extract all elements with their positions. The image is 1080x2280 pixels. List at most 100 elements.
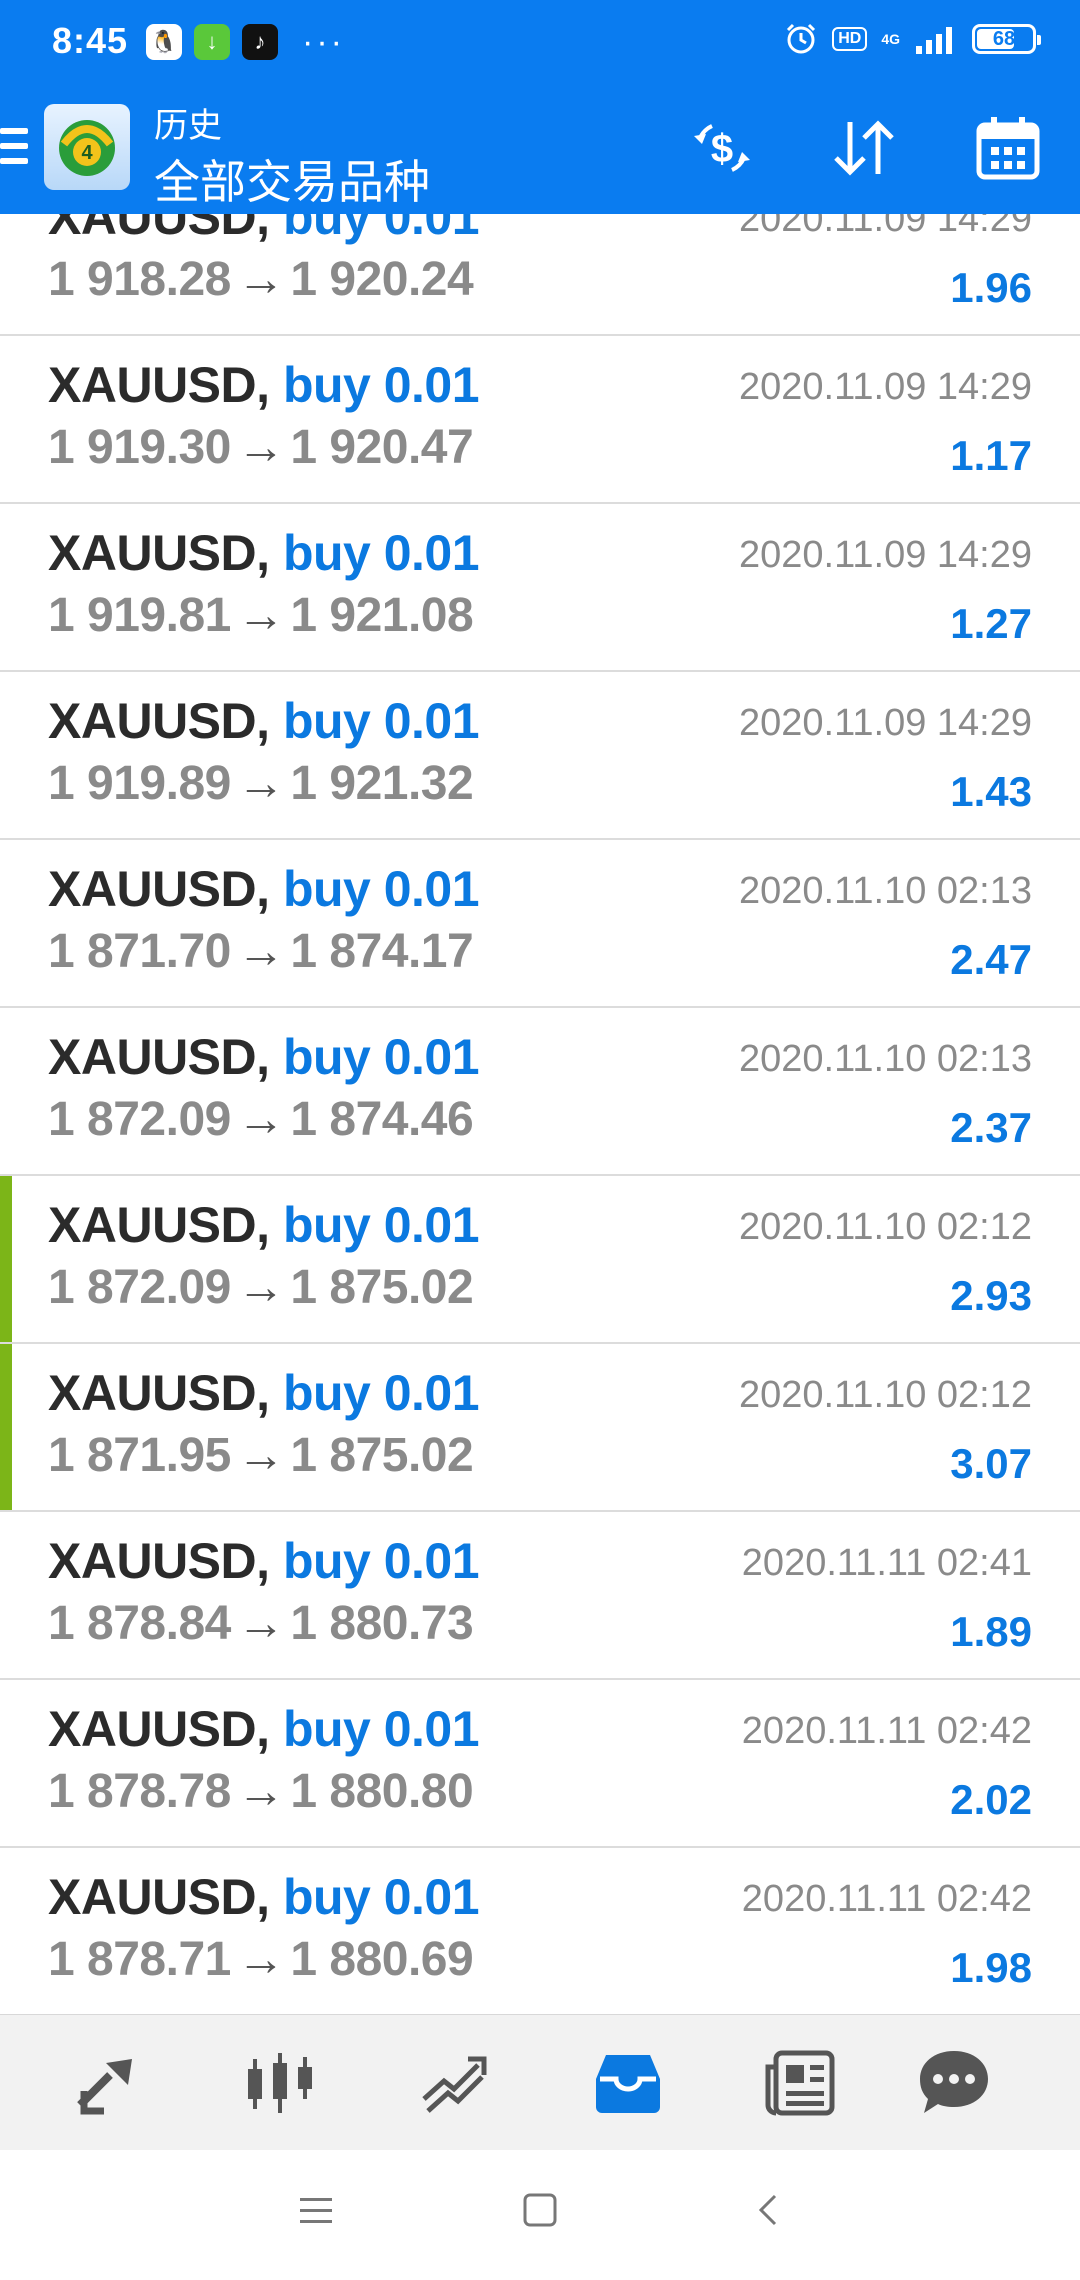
open-price: 1 919.30 (48, 421, 231, 474)
sort-button[interactable] (822, 106, 906, 190)
trade-row[interactable]: XAUUSD, buy 0.01 1 919.89 → 1 921.32 2020.11… (0, 672, 1080, 840)
trade-row[interactable]: XAUUSD, buy 0.01 1 878.84 → 1 880.73 2020.11… (0, 1512, 1080, 1680)
row-indicator (0, 1176, 12, 1342)
trade-symbol: XAUUSD, (48, 1701, 270, 1757)
nav-history[interactable] (588, 2043, 668, 2123)
svg-text:$: $ (711, 127, 733, 171)
arrow-right-icon: → (236, 1765, 285, 1818)
trade-prices: 1 918.28 → 1 920.24 (48, 252, 474, 307)
row-indicator (0, 672, 12, 838)
hd-badge: HD (832, 27, 868, 51)
battery-level: 68 (992, 28, 1016, 50)
trade-history-list[interactable]: XAUUSD, buy 0.01 1 918.28 → 1 920.24 2020.11… (0, 214, 1080, 2014)
row-indicator (0, 336, 12, 502)
trade-side-volume: buy 0.01 (282, 1533, 480, 1589)
trade-side-volume: buy 0.01 (282, 214, 480, 245)
trade-row[interactable]: XAUUSD, buy 0.01 1 878.78 → 1 880.80 2020.11… (0, 1680, 1080, 1848)
trade-row[interactable]: XAUUSD, buy 0.01 1 919.30 → 1 920.47 2020.11… (0, 336, 1080, 504)
back-button[interactable] (738, 2180, 798, 2240)
trade-row[interactable]: XAUUSD, buy 0.01 1 871.95 → 1 875.02 2020.11… (0, 1344, 1080, 1512)
nav-news[interactable] (760, 2043, 840, 2123)
close-price: 1 874.17 (290, 925, 474, 978)
trade-row[interactable]: XAUUSD, buy 0.01 1 872.09 → 1 874.46 2020.11… (0, 1008, 1080, 1176)
trade-row[interactable]: XAUUSD, buy 0.01 1 871.70 → 1 874.17 2020.11… (0, 840, 1080, 1008)
row-indicator (0, 1512, 12, 1678)
trade-side-volume: buy 0.01 (282, 357, 480, 413)
open-price: 1 919.81 (48, 589, 231, 642)
trade-prices: 1 919.30 → 1 920.47 (48, 420, 474, 475)
trade-prices: 1 872.09 → 1 874.46 (48, 1092, 474, 1147)
history-icon (596, 2055, 660, 2113)
trade-side-volume: buy 0.01 (282, 1029, 480, 1085)
open-price: 1 871.95 (48, 1429, 231, 1482)
row-indicator (0, 1008, 12, 1174)
trade-symbol: XAUUSD, (48, 525, 270, 581)
trade-prices: 1 919.89 → 1 921.32 (48, 756, 474, 811)
trade-row[interactable]: XAUUSD, buy 0.01 1 918.28 → 1 920.24 2020.11… (0, 214, 1080, 336)
nav-quotes[interactable] (68, 2043, 148, 2123)
row-indicator (0, 840, 12, 1006)
system-navigation (0, 2150, 1080, 2280)
calendar-icon (976, 117, 1040, 180)
arrow-right-icon: → (236, 589, 285, 642)
trade-header: XAUUSD, buy 0.01 (48, 1700, 480, 1758)
close-price: 1 874.46 (290, 1093, 474, 1146)
trade-symbol: XAUUSD, (48, 861, 270, 917)
open-price: 1 871.70 (48, 925, 231, 978)
trade-symbol: XAUUSD, (48, 1197, 270, 1253)
page-title[interactable]: 全部交易品种 (154, 146, 430, 212)
open-price: 1 918.28 (48, 253, 231, 306)
nav-chart[interactable] (240, 2043, 320, 2123)
currency-exchange-button[interactable]: $ (680, 106, 764, 190)
trade-row[interactable]: XAUUSD, buy 0.01 1 919.81 → 1 921.08 2020.11… (0, 504, 1080, 672)
status-time: 8:45 (52, 20, 129, 61)
close-price: 1 920.24 (290, 253, 474, 306)
trade-time: 2020.11.10 02:12 (738, 1206, 1032, 1248)
app-logo: 4 (44, 104, 130, 190)
trade-symbol: XAUUSD, (48, 214, 270, 245)
open-price: 1 878.78 (48, 1765, 231, 1818)
trade-profit: 1.43 (950, 768, 1032, 815)
trade-profit: 2.02 (950, 1776, 1032, 1823)
qq-icon: 🐧 (146, 24, 182, 60)
close-price: 1 875.02 (290, 1429, 474, 1482)
close-price: 1 920.47 (290, 421, 474, 474)
row-indicator (0, 1680, 12, 1846)
menu-icon[interactable] (0, 128, 28, 168)
calendar-button[interactable] (966, 106, 1050, 190)
trade-profit: 2.37 (950, 1104, 1032, 1151)
battery-icon: 68 (972, 24, 1041, 54)
trade-time: 2020.11.10 02:12 (738, 1374, 1032, 1416)
arrow-right-icon: → (236, 421, 285, 474)
trade-profit: 2.47 (950, 936, 1032, 983)
close-price: 1 880.69 (290, 1933, 474, 1986)
status-bar: 8:45 🐧 ↓ ♪ ··· HD 4G 68 (0, 0, 1080, 88)
nav-trade[interactable] (414, 2043, 494, 2123)
arrow-right-icon: → (236, 1429, 285, 1482)
trade-symbol: XAUUSD, (48, 1869, 270, 1925)
trade-symbol: XAUUSD, (48, 1365, 270, 1421)
arrow-right-icon: → (236, 1933, 285, 1986)
trade-symbol: XAUUSD, (48, 1029, 270, 1085)
trade-time: 2020.11.11 02:42 (741, 1878, 1032, 1920)
trade-header: XAUUSD, buy 0.01 (48, 356, 480, 414)
trade-row[interactable]: XAUUSD, buy 0.01 1 872.09 → 1 875.02 2020.11… (0, 1176, 1080, 1344)
trade-header: XAUUSD, buy 0.01 (48, 214, 480, 246)
signal-icon (916, 27, 952, 54)
trade-icon (422, 2056, 487, 2113)
tiktok-icon: ♪ (242, 24, 278, 60)
close-price: 1 921.32 (290, 757, 474, 810)
recents-button[interactable] (286, 2180, 346, 2240)
trade-symbol: XAUUSD, (48, 357, 270, 413)
system-indicators: HD 4G 68 (784, 22, 1041, 56)
close-price: 1 880.80 (290, 1765, 474, 1818)
nav-chat[interactable] (914, 2043, 994, 2123)
trade-row[interactable]: XAUUSD, buy 0.01 1 878.71 → 1 880.69 2020.11… (0, 1848, 1080, 2014)
home-button[interactable] (510, 2180, 570, 2240)
trade-profit: 1.27 (950, 600, 1032, 647)
sort-icon (834, 120, 894, 176)
arrow-right-icon: → (236, 253, 285, 306)
open-price: 1 872.09 (48, 1261, 231, 1314)
arrow-right-icon: → (236, 1261, 285, 1314)
trade-time: 2020.11.11 02:42 (741, 1710, 1032, 1752)
